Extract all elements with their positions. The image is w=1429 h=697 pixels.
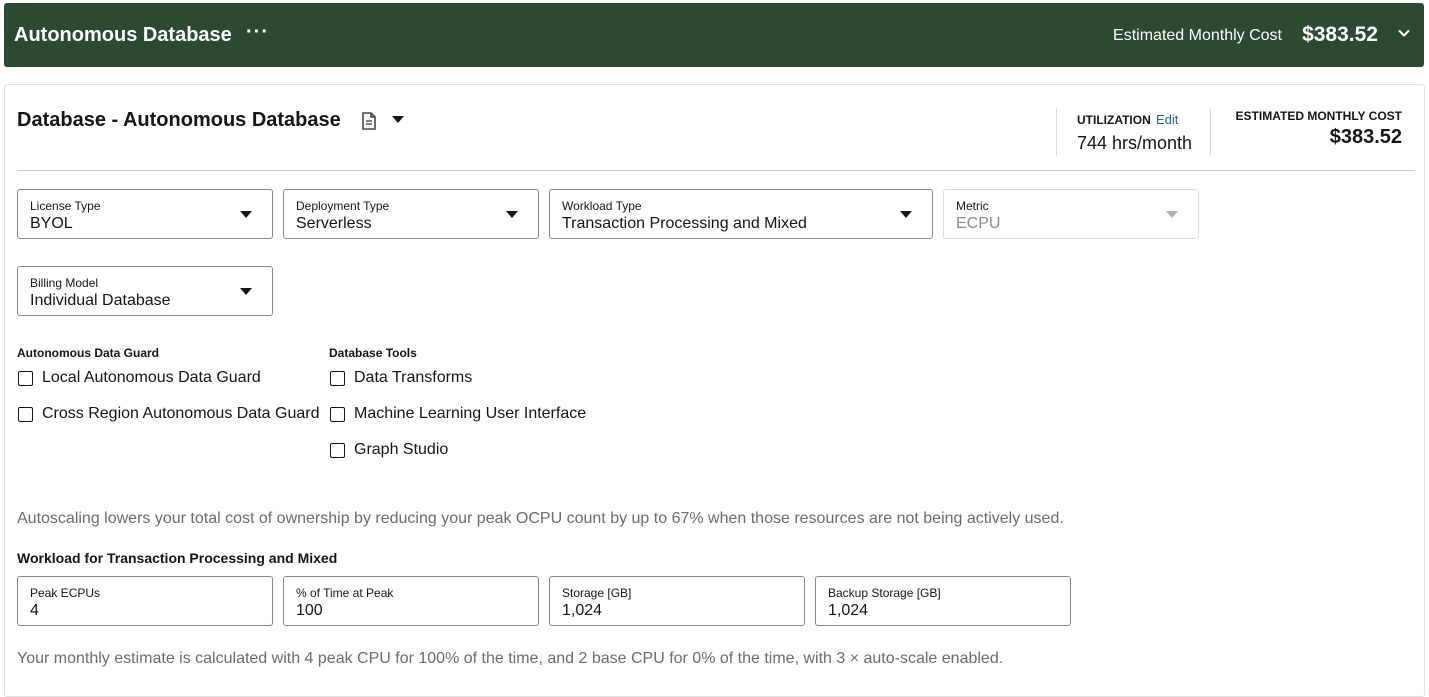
autoscaling-note: Autoscaling lowers your total cost of ow… (17, 510, 1064, 527)
caret-down-icon (240, 211, 252, 218)
caret-down-icon (240, 288, 252, 295)
field-label: License Type (30, 199, 101, 213)
checkbox-label: Machine Learning User Interface (354, 405, 587, 422)
divider (1210, 108, 1211, 156)
checkbox-box[interactable] (330, 371, 345, 386)
field-value: Serverless (296, 215, 372, 232)
pct-time-at-peak-input[interactable]: % of Time at Peak 100 (283, 576, 539, 626)
field-label: Metric (956, 199, 989, 213)
backup-storage-gb-input[interactable]: Backup Storage [GB] 1,024 (815, 576, 1071, 626)
field-value: BYOL (30, 215, 73, 232)
checkbox-box[interactable] (18, 371, 33, 386)
data-guard-label: Autonomous Data Guard (17, 346, 160, 360)
field-label: Storage [GB] (562, 586, 632, 600)
field-label: Workload Type (562, 199, 642, 213)
caret-down-icon (506, 211, 518, 218)
checkbox-label: Data Transforms (354, 369, 473, 386)
deployment-type-select[interactable]: Deployment Type Serverless (283, 189, 539, 239)
checkbox-label: Graph Studio (354, 441, 449, 458)
storage-gb-input[interactable]: Storage [GB] 1,024 (549, 576, 805, 626)
field-label: Backup Storage [GB] (828, 586, 941, 600)
billing-model-select[interactable]: Billing Model Individual Database (17, 266, 273, 316)
estimated-cost-value: $383.52 (1329, 126, 1402, 148)
checkbox-label: Local Autonomous Data Guard (42, 369, 261, 386)
divider (1056, 108, 1057, 156)
service-header-bar: Autonomous Database ··· Estimated Monthl… (4, 3, 1424, 67)
database-tools-label: Database Tools (329, 346, 417, 360)
field-label: Deployment Type (296, 199, 390, 213)
field-value: Transaction Processing and Mixed (562, 215, 807, 232)
field-value: ECPU (956, 215, 1001, 232)
field-label: % of Time at Peak (296, 586, 394, 600)
copy-icon[interactable] (359, 111, 379, 133)
checkbox-label: Cross Region Autonomous Data Guard (42, 405, 320, 422)
field-value: Individual Database (30, 292, 171, 309)
field-label: Billing Model (30, 276, 99, 290)
estimated-monthly-cost-label: Estimated Monthly Cost (1113, 27, 1282, 44)
license-type-select[interactable]: License Type BYOL (17, 189, 273, 239)
estimate-note: Your monthly estimate is calculated with… (17, 650, 1004, 667)
utilization-edit-link[interactable]: Edit (1156, 112, 1178, 127)
metric-select: Metric ECPU (943, 189, 1199, 239)
header-divider (17, 170, 1415, 171)
checkbox-box[interactable] (330, 443, 345, 458)
field-value: 100 (296, 602, 323, 619)
panel-title: Database - Autonomous Database (17, 109, 341, 131)
field-value: 1,024 (828, 602, 869, 619)
service-title: Autonomous Database (14, 24, 232, 46)
chevron-down-icon[interactable] (1396, 25, 1412, 41)
field-value: 1,024 (562, 602, 603, 619)
field-value: 4 (30, 602, 39, 619)
field-label: Peak ECPUs (30, 586, 101, 600)
workload-section-label: Workload for Transaction Processing and … (17, 550, 338, 566)
caret-down-icon[interactable] (392, 116, 404, 123)
estimated-monthly-cost-value: $383.52 (1302, 23, 1378, 46)
estimated-cost-label: ESTIMATED MONTHLY COST (1235, 109, 1402, 123)
utilization-value: 744 hrs/month (1077, 133, 1193, 153)
database-config-panel: Database - Autonomous Database UTILIZATI… (4, 84, 1425, 697)
workload-type-select[interactable]: Workload Type Transaction Processing and… (549, 189, 933, 239)
checkbox-box[interactable] (330, 407, 345, 422)
peak-ecpus-input[interactable]: Peak ECPUs 4 (17, 576, 273, 626)
checkbox-box[interactable] (18, 407, 33, 422)
caret-down-icon (900, 211, 912, 218)
more-options-icon[interactable]: ··· (246, 21, 269, 44)
utilization-label: UTILIZATION (1077, 113, 1151, 127)
caret-down-icon (1166, 211, 1178, 218)
